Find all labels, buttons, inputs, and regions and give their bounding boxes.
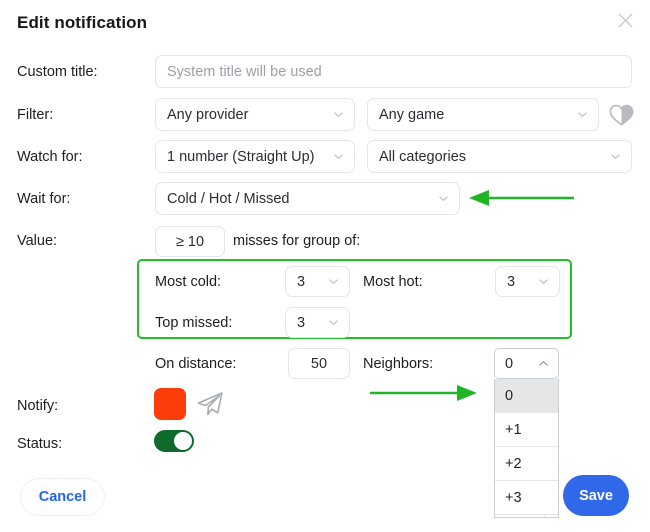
chevron-up-icon <box>538 358 549 369</box>
categories-select-value: All categories <box>379 148 467 165</box>
value-label: Value: <box>17 233 58 249</box>
neighbors-select-value: 0 <box>505 355 514 372</box>
neighbors-select[interactable]: 0 <box>494 348 559 379</box>
bet-type-select[interactable]: 1 number (Straight Up) <box>155 140 355 173</box>
wait-for-select-value: Cold / Hot / Missed <box>167 190 290 207</box>
status-label: Status: <box>17 436 63 452</box>
wait-for-label: Wait for: <box>17 191 71 207</box>
notify-label: Notify: <box>17 398 59 414</box>
provider-select-value: Any provider <box>167 106 249 123</box>
most-hot-label: Most hot: <box>363 274 423 290</box>
edit-notification-dialog: Edit notification Custom title: System t… <box>0 0 650 532</box>
value-input[interactable]: ≥ 10 <box>155 226 225 257</box>
save-button[interactable]: Save <box>563 475 629 516</box>
top-missed-select-value: 3 <box>297 314 306 331</box>
value-suffix-label: misses for group of: <box>233 233 361 249</box>
provider-select[interactable]: Any provider <box>155 98 355 131</box>
chevron-down-icon <box>438 193 449 204</box>
chevron-down-icon <box>333 109 344 120</box>
filter-label: Filter: <box>17 107 54 123</box>
cancel-button[interactable]: Cancel <box>20 478 105 516</box>
most-hot-select-value: 3 <box>507 273 516 290</box>
on-distance-label: On distance: <box>155 356 237 372</box>
top-missed-select[interactable]: 3 <box>285 307 350 338</box>
status-toggle[interactable] <box>154 430 194 452</box>
close-icon[interactable] <box>610 5 640 35</box>
option-item[interactable]: +1 <box>495 413 558 447</box>
most-cold-select-value: 3 <box>297 273 306 290</box>
chevron-down-icon <box>328 276 339 287</box>
most-hot-select[interactable]: 3 <box>495 266 560 297</box>
chevron-down-icon <box>538 276 549 287</box>
heart-icon[interactable] <box>608 101 635 128</box>
status-toggle-knob <box>174 432 192 450</box>
wait-for-select[interactable]: Cold / Hot / Missed <box>155 182 460 215</box>
custom-title-input[interactable]: System title will be used <box>155 55 632 88</box>
neighbors-label: Neighbors: <box>363 356 434 372</box>
chevron-down-icon <box>333 151 344 162</box>
chevron-down-icon <box>577 109 588 120</box>
watch-for-label: Watch for: <box>17 149 83 165</box>
arrow-pointing-right-at-neighbors <box>368 383 480 403</box>
notify-color-swatch[interactable] <box>154 388 186 420</box>
neighbors-options-list[interactable]: 0 +1 +2 +3 <box>494 379 559 518</box>
most-cold-label: Most cold: <box>155 274 222 290</box>
bet-type-select-value: 1 number (Straight Up) <box>167 148 315 165</box>
game-select[interactable]: Any game <box>367 98 599 131</box>
top-missed-label: Top missed: <box>155 315 233 331</box>
option-item[interactable]: +2 <box>495 447 558 481</box>
telegram-icon[interactable] <box>195 389 225 419</box>
chevron-down-icon <box>328 317 339 328</box>
custom-title-label: Custom title: <box>17 64 98 80</box>
option-item[interactable]: +3 <box>495 481 558 515</box>
on-distance-input[interactable]: 50 <box>288 348 350 379</box>
option-item[interactable]: 0 <box>495 379 558 413</box>
chevron-down-icon <box>610 151 621 162</box>
arrow-pointing-left-at-wait-for <box>466 188 576 208</box>
dialog-title: Edit notification <box>17 13 148 32</box>
most-cold-select[interactable]: 3 <box>285 266 350 297</box>
game-select-value: Any game <box>379 106 445 123</box>
categories-select[interactable]: All categories <box>367 140 632 173</box>
